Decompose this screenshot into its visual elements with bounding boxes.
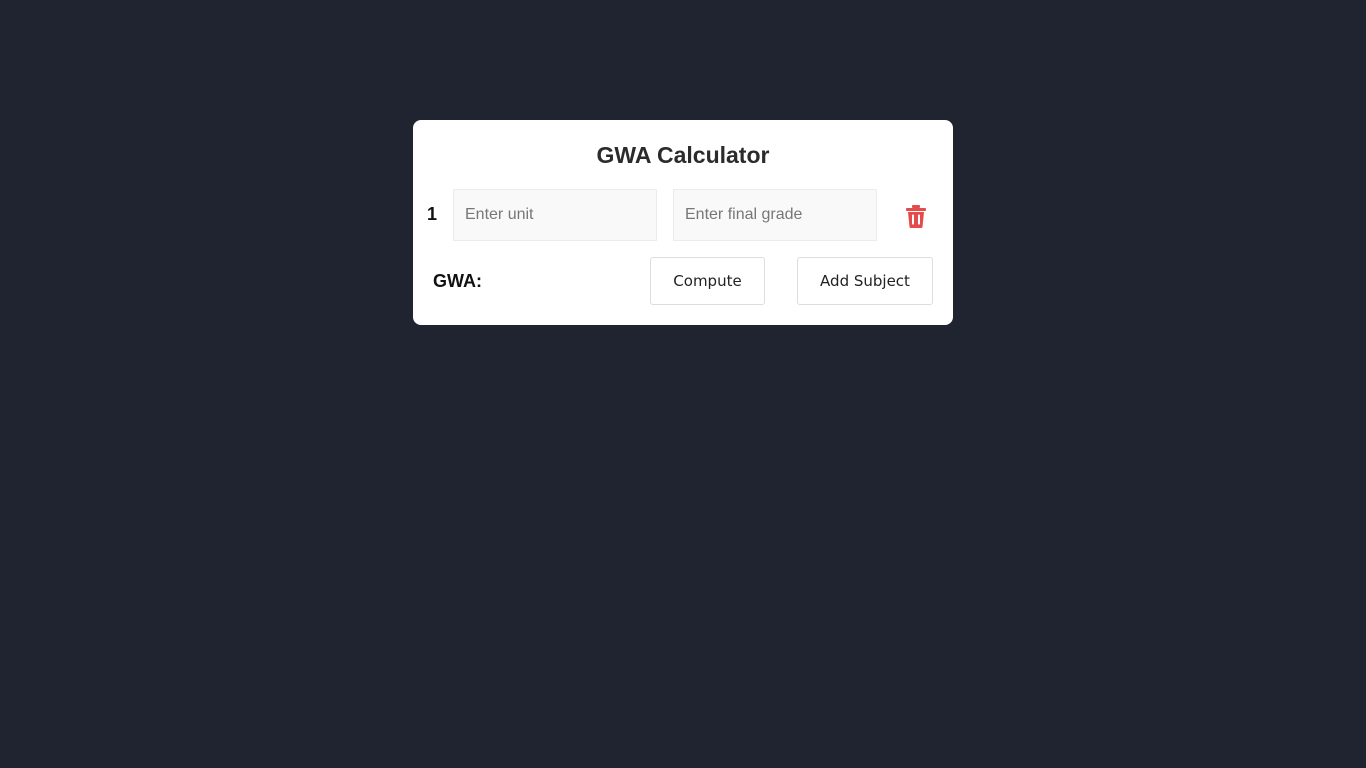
delete-subject-button[interactable]: [903, 203, 929, 229]
subject-row-number: 1: [427, 204, 438, 224]
unit-input[interactable]: [453, 189, 657, 241]
trash-icon: [906, 205, 926, 228]
gwa-label: GWA:: [433, 271, 482, 291]
final-grade-input[interactable]: [673, 189, 877, 241]
add-subject-button[interactable]: Add Subject: [797, 257, 933, 305]
compute-button[interactable]: Compute: [650, 257, 765, 305]
page-title: GWA Calculator: [596, 142, 770, 168]
gwa-calculator-card: GWA Calculator 1 GWA: Compute Add Subjec…: [413, 120, 953, 325]
